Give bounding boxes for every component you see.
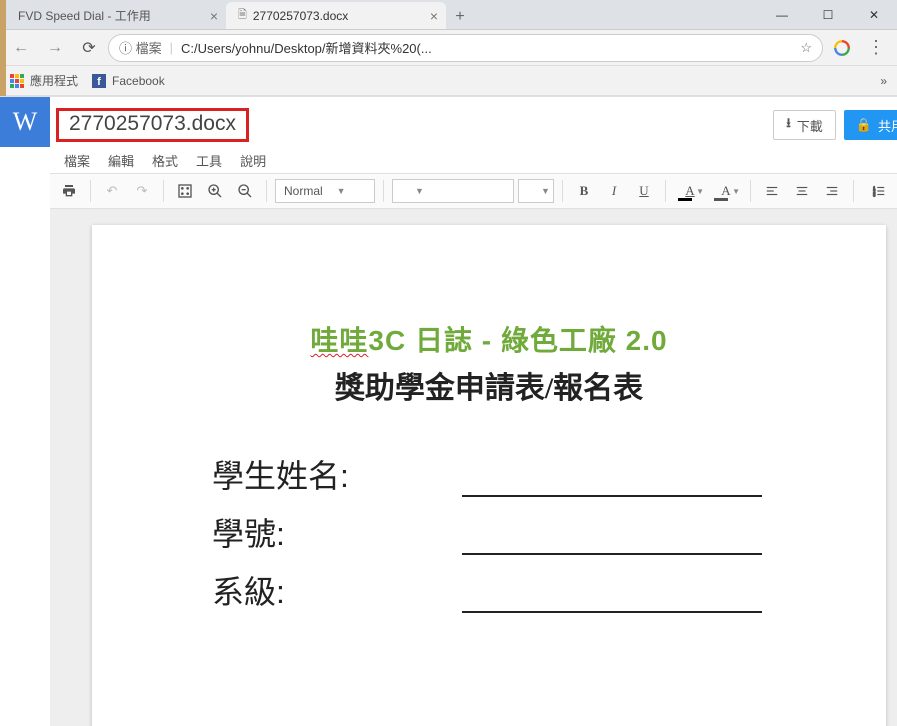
forward-button[interactable]: →	[40, 33, 70, 63]
apps-grid-icon	[10, 74, 24, 88]
omnibox[interactable]: ⓘ 檔案 | C:/Users/yohnu/Desktop/新增資料夾%20(.…	[108, 34, 823, 62]
share-label: 共用	[878, 116, 897, 135]
download-icon: ⭳	[786, 114, 791, 136]
svg-text:3: 3	[873, 192, 876, 197]
title-part-rest: 3C 日誌 - 綠色工廠 2.0	[368, 325, 667, 356]
share-button[interactable]: 🔒 共用	[844, 110, 897, 140]
undo-button[interactable]: ↶	[99, 178, 125, 204]
url-text: C:/Users/yohnu/Desktop/新增資料夾%20(...	[181, 38, 792, 57]
document-page[interactable]: 哇哇3C 日誌 - 綠色工廠 2.0 獎助學金申請表/報名表 學生姓名: 學號:…	[92, 225, 886, 726]
text-color-button[interactable]: A ▼	[674, 178, 706, 204]
document-app: W 2770257073.docx ⭳ 下載 🔒 共用 檔案 編輯 格式 工具 …	[0, 96, 897, 726]
style-selector[interactable]: Normal ▼	[275, 179, 375, 203]
menu-format[interactable]: 格式	[144, 149, 186, 172]
chevron-down-icon: ▼	[415, 186, 424, 196]
tab-docx-active[interactable]: 🗎 2770257073.docx ×	[226, 2, 446, 29]
print-button[interactable]	[56, 178, 82, 204]
close-icon[interactable]: ×	[422, 8, 438, 24]
app-main: 2770257073.docx ⭳ 下載 🔒 共用 檔案 編輯 格式 工具 說明	[50, 97, 897, 726]
align-left-button[interactable]	[759, 178, 785, 204]
form-label: 學生姓名:	[212, 451, 452, 497]
new-tab-button[interactable]: +	[446, 5, 474, 29]
bookmark-label: Facebook	[112, 74, 165, 88]
download-button[interactable]: ⭳ 下載	[773, 110, 836, 140]
bookmarks-overflow-button[interactable]: »	[880, 74, 887, 88]
site-info-icon[interactable]: ⓘ 檔案	[119, 38, 162, 57]
form-label: 系級:	[212, 567, 452, 613]
font-size-selector[interactable]: ▼	[518, 179, 554, 203]
tab-fvd-speed-dial[interactable]: FVD Speed Dial - 工作用 ×	[6, 2, 226, 29]
app-header: 2770257073.docx ⭳ 下載 🔒 共用	[50, 97, 897, 147]
tab-title: 2770257073.docx	[253, 9, 348, 23]
align-center-button[interactable]	[789, 178, 815, 204]
menu-edit[interactable]: 編輯	[100, 149, 142, 172]
zoom-in-button[interactable]	[202, 178, 228, 204]
doc-title-line2: 獎助學金申請表/報名表	[172, 363, 806, 407]
close-icon[interactable]: ×	[202, 8, 218, 24]
highlight-color-button[interactable]: A ▼	[710, 178, 742, 204]
facebook-icon: f	[92, 74, 106, 88]
form-line	[462, 525, 762, 555]
form-line	[462, 583, 762, 613]
file-icon: 🗎	[238, 6, 247, 25]
underline-button[interactable]: U	[631, 178, 657, 204]
menu-bar: 檔案 編輯 格式 工具 說明	[50, 147, 897, 173]
chevron-down-icon: ▼	[541, 186, 550, 196]
title-part-wavy: 哇哇	[310, 325, 368, 356]
italic-button[interactable]: I	[601, 178, 627, 204]
document-canvas[interactable]: 哇哇3C 日誌 - 綠色工廠 2.0 獎助學金申請表/報名表 學生姓名: 學號:…	[50, 209, 897, 726]
address-bar: ← → ⟳ ⓘ 檔案 | C:/Users/yohnu/Desktop/新增資料…	[0, 30, 897, 66]
doc-title-line1: 哇哇3C 日誌 - 綠色工廠 2.0	[172, 319, 806, 359]
filename-highlight[interactable]: 2770257073.docx	[56, 108, 249, 142]
bookmark-star-icon[interactable]: ☆	[800, 40, 812, 56]
form-row-id: 學號:	[172, 509, 806, 555]
browser-tabs-bar: FVD Speed Dial - 工作用 × 🗎 2770257073.docx…	[0, 0, 897, 30]
lock-icon: 🔒	[856, 117, 872, 133]
minimize-button[interactable]: —	[759, 0, 805, 30]
chevron-down-icon: ▼	[337, 186, 346, 196]
apps-button[interactable]: 應用程式	[10, 72, 78, 89]
extension-icon[interactable]	[827, 33, 857, 63]
reload-button[interactable]: ⟳	[74, 33, 104, 63]
left-rail: W	[0, 97, 50, 726]
numbered-list-button[interactable]: 123	[866, 178, 892, 204]
font-selector[interactable]: ▼	[392, 179, 514, 203]
apps-label: 應用程式	[30, 72, 78, 89]
style-value: Normal	[284, 184, 323, 198]
bookmarks-bar: 應用程式 f Facebook »	[0, 66, 897, 96]
form-row-name: 學生姓名:	[172, 451, 806, 497]
word-logo-icon: W	[0, 97, 50, 147]
bookmark-facebook[interactable]: f Facebook	[92, 74, 165, 88]
zoom-out-button[interactable]	[232, 178, 258, 204]
tab-title: FVD Speed Dial - 工作用	[18, 7, 151, 24]
browser-menu-button[interactable]: ⋮	[861, 37, 891, 58]
download-label: 下載	[797, 116, 823, 135]
toolbar: ↶ ↷ Normal ▼ ▼ ▼	[50, 173, 897, 209]
form-label: 學號:	[212, 509, 452, 555]
fit-width-button[interactable]	[172, 178, 198, 204]
form-line	[462, 467, 762, 497]
maximize-button[interactable]: ☐	[805, 0, 851, 30]
menu-help[interactable]: 說明	[232, 149, 274, 172]
align-right-button[interactable]	[819, 178, 845, 204]
close-button[interactable]: ✕	[851, 0, 897, 30]
menu-file[interactable]: 檔案	[56, 149, 98, 172]
back-button[interactable]: ←	[6, 33, 36, 63]
form-row-dept: 系級:	[172, 567, 806, 613]
bold-button[interactable]: B	[571, 178, 597, 204]
menu-tools[interactable]: 工具	[188, 149, 230, 172]
window-controls: — ☐ ✕	[759, 0, 897, 30]
redo-button[interactable]: ↷	[129, 178, 155, 204]
